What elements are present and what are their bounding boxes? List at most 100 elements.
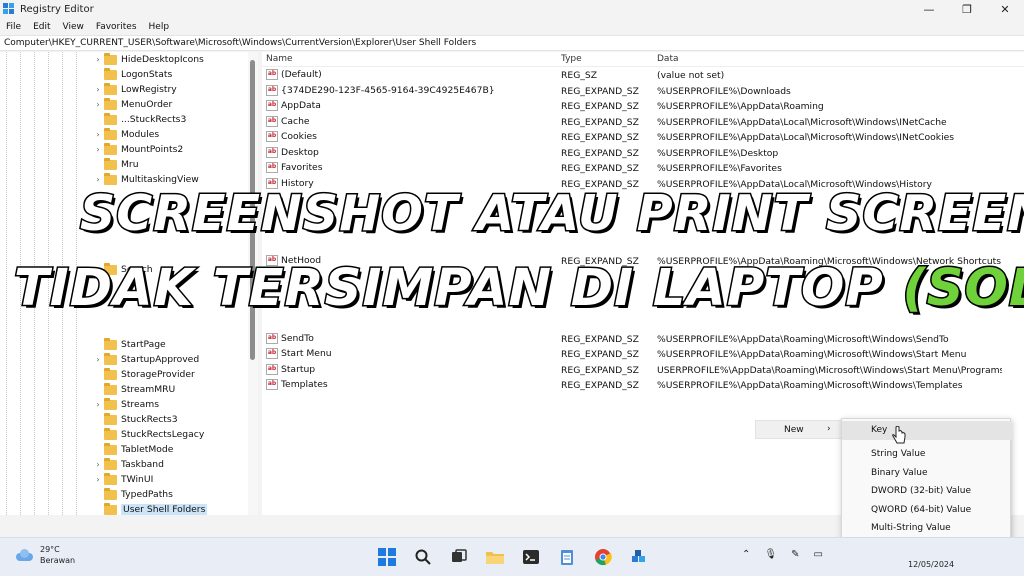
display-icon[interactable]: ▭ [813, 549, 822, 560]
string-value-icon: ab [266, 100, 278, 111]
task-view-button[interactable] [448, 546, 470, 568]
tree-item[interactable]: › Taskband [92, 457, 164, 472]
folder-icon [104, 427, 117, 440]
tree-item[interactable]: TypedPaths [92, 487, 173, 502]
folder-icon [104, 457, 117, 470]
tree-item[interactable]: › Streams [92, 397, 159, 412]
tree-item[interactable]: › Modules [92, 127, 159, 142]
minimize-button[interactable]: — [910, 0, 948, 19]
weather-widget[interactable]: 29°C Berawan [14, 544, 75, 566]
submenu-key[interactable]: Key [842, 421, 1012, 440]
microphone-icon[interactable]: 🎙 [764, 549, 777, 560]
value-row[interactable]: ab Desktop REG_EXPAND_SZ %USERPROFILE%\Desk… [262, 146, 1024, 161]
tree-item[interactable]: LogonStats [92, 67, 172, 82]
chrome-button[interactable] [592, 546, 614, 568]
tree-item[interactable]: › TWinUI [92, 472, 153, 487]
tree-item[interactable]: › HideDesktopIcons [92, 52, 204, 67]
chevron-right-icon[interactable]: › [92, 175, 104, 184]
column-header-type[interactable]: Type [561, 54, 582, 64]
column-header-name[interactable]: Name [266, 54, 293, 64]
maximize-button[interactable]: ❐ [948, 0, 986, 19]
string-value-icon: ab [266, 348, 278, 359]
chevron-right-icon[interactable]: › [92, 460, 104, 469]
string-value-icon: ab [266, 131, 278, 142]
tree-item-label: HideDesktopIcons [121, 54, 204, 65]
tree-item-label: Modules [121, 129, 160, 140]
tree-item[interactable]: StreamMRU [92, 382, 175, 397]
submenu-binary-value[interactable]: Binary Value [842, 464, 1012, 483]
tree-item[interactable]: StartPage [92, 337, 166, 352]
registry-editor-taskbar-button[interactable] [628, 546, 650, 568]
menu-favorites[interactable]: Favorites [90, 22, 143, 32]
menu-view[interactable]: View [57, 22, 90, 32]
value-name-cell: ab {374DE290-123F-4565-9164-39C4925E467B} [266, 84, 495, 96]
chevron-right-icon[interactable]: › [92, 145, 104, 154]
tree-item[interactable]: › LowRegistry [92, 82, 177, 97]
file-explorer-button[interactable] [484, 546, 506, 568]
value-row[interactable]: ab Favorites REG_EXPAND_SZ %USERPROFILE%\Fa… [262, 161, 1024, 176]
registry-editor-icon [3, 3, 16, 16]
title-bar: Registry Editor — ❐ ✕ [0, 0, 1024, 19]
chevron-right-icon[interactable]: › [92, 355, 104, 364]
address-bar[interactable]: Computer\HKEY_CURRENT_USER\Software\Micr… [0, 35, 1024, 51]
value-row[interactable]: ab Templates REG_EXPAND_SZ %USERPROFILE%\Ap… [262, 378, 1024, 393]
chevron-right-icon[interactable]: › [92, 130, 104, 139]
tree-item[interactable]: TabletMode [92, 442, 173, 457]
value-row[interactable]: ab Start Menu REG_EXPAND_SZ %USERPROFILE%\A… [262, 347, 1024, 362]
tree-item[interactable]: › MountPoints2 [92, 142, 183, 157]
tree-item[interactable]: User Shell Folders [92, 502, 208, 515]
tree-item[interactable]: › StartupApproved [92, 352, 199, 367]
value-row[interactable]: ab {374DE290-123F-4565-9164-39C4925E467B}… [262, 84, 1024, 99]
chevron-right-icon[interactable]: › [92, 55, 104, 64]
close-button[interactable]: ✕ [986, 0, 1024, 19]
value-data: USERPROFILE%\AppData\Roaming\Microsoft\W… [657, 364, 1002, 376]
windows-logo-icon [378, 548, 396, 566]
search-icon [415, 549, 431, 565]
string-value-icon: ab [266, 84, 278, 96]
value-row[interactable]: ab Cache REG_EXPAND_SZ %USERPROFILE%\AppDat… [262, 115, 1024, 130]
value-row[interactable]: ab Cookies REG_EXPAND_SZ %USERPROFILE%\AppD… [262, 130, 1024, 145]
menu-file[interactable]: File [0, 22, 27, 32]
submenu-dword-value[interactable]: DWORD (32-bit) Value [842, 482, 1012, 501]
value-row[interactable]: ab (Default) REG_SZ (value not set) [262, 68, 1024, 83]
submenu-multi-string-value[interactable]: Multi-String Value [842, 519, 1012, 538]
context-menu-new[interactable]: New › [755, 420, 843, 439]
pen-icon[interactable]: ✎ [791, 549, 799, 560]
folder-icon [104, 67, 117, 80]
string-value-icon: ab [266, 69, 278, 80]
value-name-cell: ab Templates [266, 379, 328, 390]
start-button[interactable] [376, 546, 398, 568]
tree-item[interactable]: Mru [92, 157, 139, 172]
tree-item-label: Mru [121, 159, 139, 170]
menu-help[interactable]: Help [143, 22, 176, 32]
terminal-icon [523, 550, 539, 564]
value-row[interactable]: ab Startup REG_EXPAND_SZ USERPROFILE%\AppDa… [262, 363, 1024, 378]
window-controls: — ❐ ✕ [910, 0, 1024, 19]
submenu-qword-value[interactable]: QWORD (64-bit) Value [842, 501, 1012, 520]
taskbar-date[interactable]: 12/05/2024 [908, 560, 954, 569]
chevron-up-icon[interactable]: ⌃ [742, 549, 750, 560]
string-value-icon: ab [266, 115, 278, 127]
value-row[interactable]: ab SendTo REG_EXPAND_SZ %USERPROFILE%\AppDa… [262, 332, 1024, 347]
value-row[interactable]: ab AppData REG_EXPAND_SZ %USERPROFILE%\AppD… [262, 99, 1024, 114]
chevron-right-icon[interactable]: › [92, 400, 104, 409]
column-header-data[interactable]: Data [657, 54, 679, 64]
tree-item[interactable]: ...StuckRects3 [92, 112, 186, 127]
notepad-button[interactable] [556, 546, 578, 568]
tree-item[interactable]: › MenuOrder [92, 97, 172, 112]
tree-item-label: StartPage [121, 339, 166, 350]
value-type: REG_EXPAND_SZ [561, 380, 639, 391]
tree-item-label: StartupApproved [121, 354, 200, 365]
terminal-button[interactable] [520, 546, 542, 568]
search-button[interactable] [412, 546, 434, 568]
value-type: REG_EXPAND_SZ [561, 364, 639, 376]
tree-item[interactable]: StuckRectsLegacy [92, 427, 204, 442]
menu-bar: File Edit View Favorites Help [0, 19, 175, 34]
chevron-right-icon[interactable]: › [92, 85, 104, 94]
submenu-string-value[interactable]: String Value [842, 445, 1012, 464]
chevron-right-icon[interactable]: › [92, 100, 104, 109]
menu-edit[interactable]: Edit [27, 22, 56, 32]
chevron-right-icon[interactable]: › [92, 475, 104, 484]
tree-item[interactable]: StorageProvider [92, 367, 195, 382]
tree-item[interactable]: StuckRects3 [92, 412, 178, 427]
